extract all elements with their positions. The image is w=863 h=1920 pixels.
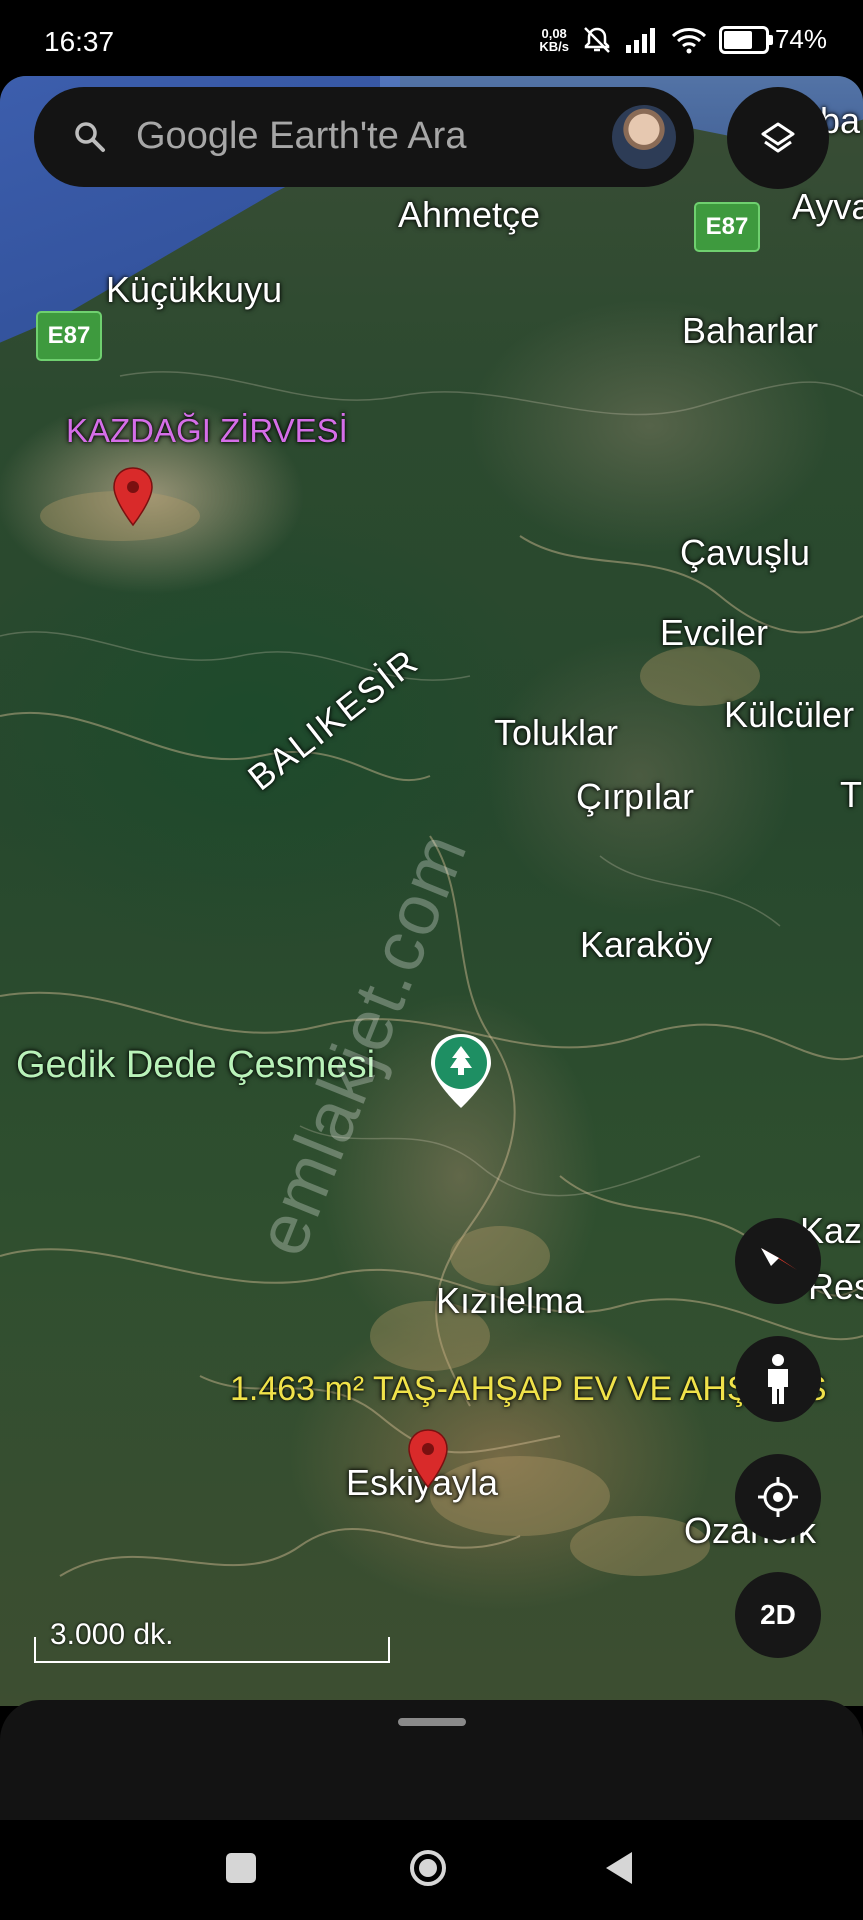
compass-button[interactable] <box>735 1218 821 1304</box>
signal-icon <box>625 27 655 53</box>
home-button[interactable] <box>408 1848 448 1888</box>
avatar[interactable] <box>612 105 676 169</box>
map-pin-icon[interactable] <box>110 466 156 528</box>
place-label[interactable]: Baharlar <box>682 310 818 352</box>
sheet-drag-handle[interactable] <box>398 1718 466 1726</box>
place-label[interactable]: Karaköy <box>580 924 712 966</box>
search-icon[interactable] <box>68 115 112 159</box>
search-bar[interactable]: Google Earth'te Ara <box>34 87 694 187</box>
wifi-icon <box>671 27 706 53</box>
back-button[interactable] <box>600 1848 636 1888</box>
compass-icon <box>761 1248 797 1270</box>
place-label[interactable]: T <box>840 774 862 816</box>
mute-icon <box>584 26 610 53</box>
place-label[interactable]: Kızılelma <box>436 1280 584 1322</box>
place-label[interactable]: Küçükkuyu <box>106 269 282 311</box>
pegman-icon <box>768 1354 788 1404</box>
battery-percent: 74% <box>774 24 827 54</box>
place-label[interactable]: Ayva <box>792 186 863 228</box>
place-label[interactable]: Toluklar <box>494 712 618 754</box>
my-location-icon <box>758 1477 798 1517</box>
layers-button[interactable] <box>727 87 829 189</box>
status-icons: 0,08 KB/s 74% <box>539 24 827 55</box>
summit-label[interactable]: KAZDAĞI ZİRVESİ <box>66 412 348 450</box>
satellite-map[interactable]: E87 E87 Ahmetçe Küçükkuyu Baharlar Ayva … <box>0 76 863 1706</box>
status-time: 16:37 <box>44 26 115 57</box>
park-tree-icon[interactable] <box>428 1032 494 1110</box>
place-label[interactable]: Evciler <box>660 612 768 654</box>
place-label[interactable]: Ahmetçe <box>398 194 540 236</box>
view-2d-button[interactable]: 2D <box>735 1572 821 1658</box>
map-pin-icon[interactable] <box>405 1428 451 1490</box>
bottom-sheet[interactable] <box>0 1700 863 1820</box>
recent-apps-button[interactable] <box>226 1853 256 1883</box>
search-input[interactable]: Google Earth'te Ara <box>136 115 466 158</box>
road-badge-e87: E87 <box>36 311 102 361</box>
net-speed-value: 0,08 <box>541 25 567 41</box>
battery-icon <box>718 25 773 54</box>
battery: 74% <box>718 24 827 55</box>
battery-fill <box>723 30 752 49</box>
scale-bar <box>34 1661 390 1663</box>
status-bar: 16:37 0,08 KB/s 74% <box>0 0 863 80</box>
scale-label: 3.000 dk. <box>50 1618 174 1651</box>
place-label[interactable]: Çavuşlu <box>680 532 810 574</box>
street-view-button[interactable] <box>735 1336 821 1422</box>
layers-icon <box>761 122 795 153</box>
net-speed: 0,08 KB/s <box>539 27 569 53</box>
road-badge-e87: E87 <box>694 202 760 252</box>
net-speed-unit: KB/s <box>539 38 569 54</box>
place-label[interactable]: Çırpılar <box>576 776 694 818</box>
place-label[interactable]: Külcüler <box>724 694 854 736</box>
my-location-button[interactable] <box>735 1454 821 1540</box>
